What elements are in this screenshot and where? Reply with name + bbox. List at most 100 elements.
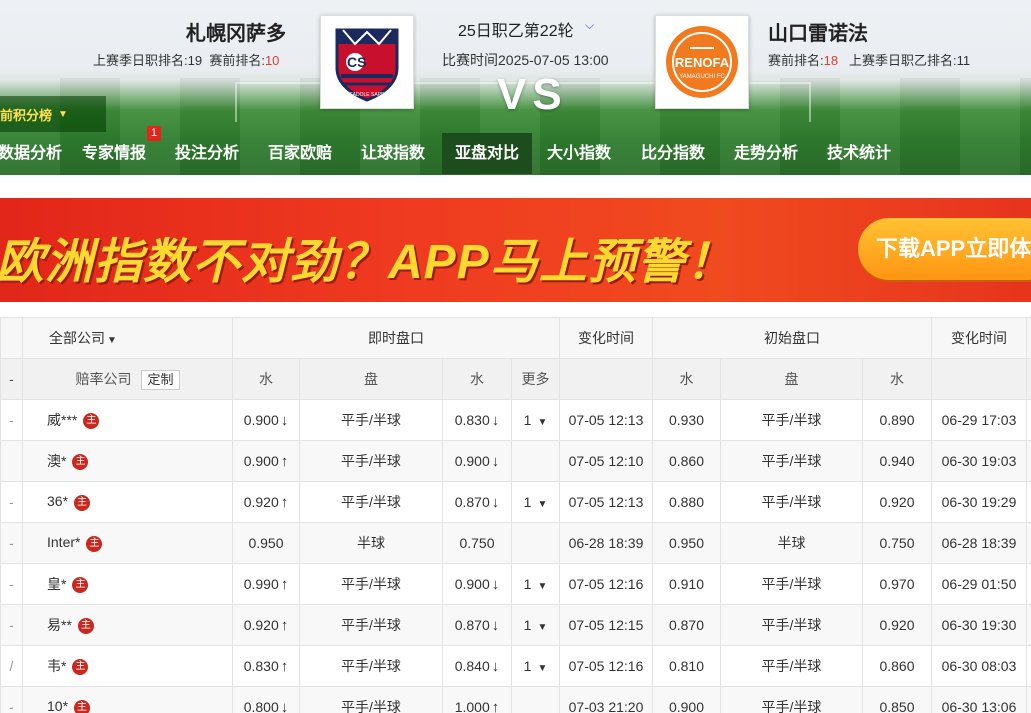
live-water-home: 0.950 [232,522,300,564]
tab-trend-analysis[interactable]: 走势分析 [734,133,798,174]
arrow-down-icon: ↓ [280,698,289,713]
tab-handicap-index[interactable]: 让球指数 [361,133,425,174]
live-water-away: 0.830 ↓ [442,399,512,441]
live-water-away-value: 1.000 [454,698,490,713]
table-row[interactable]: - 皇* 主 0.990 ↑ 平手/半球 0.900 ↓ 1 ▼ 07-05 12:16 0.910 平… [0,563,1031,605]
standings-dropdown[interactable]: 前积分榜 ▼ [0,96,106,132]
table-row[interactable]: 澳* 主 0.900 ↑ 平手/半球 0.900 ↓ 07-05 12:10 0.860 平手/半… [0,440,1031,482]
download-app-button[interactable]: 下载APP立即体验 [858,218,1031,280]
tab-expert-intel[interactable]: 专家情报 [82,133,146,174]
customize-button[interactable]: 定制 [141,369,180,390]
chevron-down-icon[interactable]: ⌵ [585,18,594,33]
match-header: 札幌冈萨多 上赛季日职排名:19 赛前排名:10 CS CONSADOLE SA… [0,0,1031,175]
header-cell [0,317,23,359]
tab-betting-analysis[interactable]: 投注分析 [175,133,239,174]
live-water-away-value: 0.900 [454,452,490,469]
company-header: 赔率公司 定制 [22,358,233,400]
renofa-crest-icon: RENOFA YAMAGUCHI FC [666,26,738,98]
tab-asian-handicap[interactable]: 亚盘对比 [442,133,533,174]
home-team-name[interactable]: 札幌冈萨多 [186,17,286,46]
row-marker: - [0,481,23,523]
arrow-up-icon: ↑ [280,493,289,511]
company-cell[interactable]: 10* 主 [22,686,233,713]
away-team-logo[interactable]: RENOFA YAMAGUCHI FC [655,15,749,109]
live-water-home-value: 0.950 [248,535,284,551]
company-cell[interactable]: 澳* 主 [22,440,233,482]
tab-euro-odds[interactable]: 百家欧赔 [268,133,332,174]
live-handicap: 平手/半球 [299,481,443,523]
initial-change-time: 06-30 08:03 [931,645,1027,687]
initial-water-away: 0.890 [862,399,932,441]
more-cell[interactable] [511,686,560,713]
initial-handicap: 平手/半球 [720,604,863,646]
caret-down-icon[interactable]: ▼ [537,622,547,633]
tab-tech-stats[interactable]: 技术统计 [827,133,891,174]
company-cell[interactable]: 易** 主 [22,604,233,646]
company-cell[interactable]: 皇* 主 [22,563,233,605]
live-handicap: 平手/半球 [299,399,443,441]
more-cell[interactable] [511,440,560,482]
initial-water-home: 0.900 [652,686,721,713]
caret-down-icon: ▼ [58,108,68,120]
initial-change-time: 06-30 19:29 [931,481,1027,523]
caret-down-icon[interactable]: ▼ [537,499,547,510]
more-cell[interactable] [511,522,560,564]
row-edge [1026,686,1031,713]
round-selector[interactable]: 25日职乙第22轮 [458,17,574,41]
initial-water-home: 0.860 [652,440,721,482]
arrow-down-icon: ↓ [491,616,500,634]
live-handicap: 平手/半球 [299,440,443,482]
live-water-home-value: 0.900 [243,452,279,469]
live-water-away: 0.900 ↓ [442,440,512,482]
more-cell[interactable]: 1 ▼ [511,563,560,605]
more-cell[interactable]: 1 ▼ [511,604,560,646]
more-cell[interactable]: 1 ▼ [511,645,560,687]
app-promo-banner[interactable]: 欧洲指数不对劲？APP马上预警！ 下载APP立即体验 [0,198,1031,302]
subheader-cell [931,358,1027,400]
company-cell[interactable]: Inter* 主 [22,522,233,564]
live-water-home: 0.920 ↑ [232,604,300,646]
tab-data-analysis[interactable]: 数据分析 [0,133,62,174]
table-row[interactable]: - 威*** 主 0.900 ↓ 平手/半球 0.830 ↓ 1 ▼ 07-05 12:13 0.93… [0,399,1031,441]
live-water-away: 0.750 [442,522,512,564]
caret-down-icon: ▼ [107,335,117,346]
table-header-row: 全部公司 ▼ 即时盘口 变化时间 初始盘口 变化时间 [0,317,1031,359]
tab-score-index[interactable]: 比分指数 [641,133,705,174]
water-header: 水 [232,358,300,400]
live-handicap: 平手/半球 [299,686,443,713]
table-row[interactable]: - 易** 主 0.920 ↑ 平手/半球 0.870 ↓ 1 ▼ 07-05 12:15 0.870… [0,604,1031,646]
company-cell[interactable]: 威*** 主 [22,399,233,441]
caret-down-icon[interactable]: ▼ [537,663,547,674]
tab-over-under[interactable]: 大小指数 [547,133,611,174]
caret-down-icon[interactable]: ▼ [537,417,547,428]
home-team-logo[interactable]: CS CONSADOLE SAPPORO [320,15,414,109]
home-team-rank: 上赛季日职排名:19 赛前排名:10 [93,50,279,69]
initial-handicap: 半球 [720,522,863,564]
away-team-name[interactable]: 山口雷诺法 [768,17,868,46]
table-row[interactable]: -36* 主 0.920 ↑ 平手/半球 0.870 ↓ 1 ▼ 07-05 12:13 0.880… [0,481,1031,523]
live-water-home: 0.900 ↑ [232,440,300,482]
company-name: 10* [47,698,69,713]
row-marker: - [0,399,23,441]
initial-change-time: 06-30 19:03 [931,440,1027,482]
away-last-season-rank: 11 [956,53,971,68]
company-cell[interactable]: 韦* 主 [22,645,233,687]
arrow-down-icon: ↓ [280,411,289,429]
live-water-away-value: 0.830 [454,411,490,428]
notification-badge: 1 [147,126,161,141]
home-marker-icon: 主 [72,577,89,594]
all-company-filter[interactable]: 全部公司 ▼ [22,317,233,359]
more-cell[interactable]: 1 ▼ [511,481,560,523]
live-water-home: 0.900 ↓ [232,399,300,441]
table-row[interactable]: -10* 主 0.800 ↓ 平手/半球 1.000 ↑ 07-03 21:20 0.900 平手… [0,686,1031,713]
banner-slogan: 欧洲指数不对劲？APP马上预警！ [0,236,735,289]
table-row[interactable]: / 韦* 主 0.830 ↑ 平手/半球 0.840 ↓ 1 ▼ 07-05 12:16 0.810 平… [0,645,1031,687]
more-cell[interactable]: 1 ▼ [511,399,560,441]
live-water-home: 0.830 ↑ [232,645,300,687]
table-row[interactable]: - Inter* 主 0.950 半球 0.750 06-28 18:39 0.950 半球 0.… [0,522,1031,564]
company-cell[interactable]: 36* 主 [22,481,233,523]
handicap-header: 盘 [299,358,443,400]
caret-down-icon[interactable]: ▼ [537,581,547,592]
initial-water-away: 0.970 [862,563,932,605]
initial-handicap: 平手/半球 [720,645,863,687]
